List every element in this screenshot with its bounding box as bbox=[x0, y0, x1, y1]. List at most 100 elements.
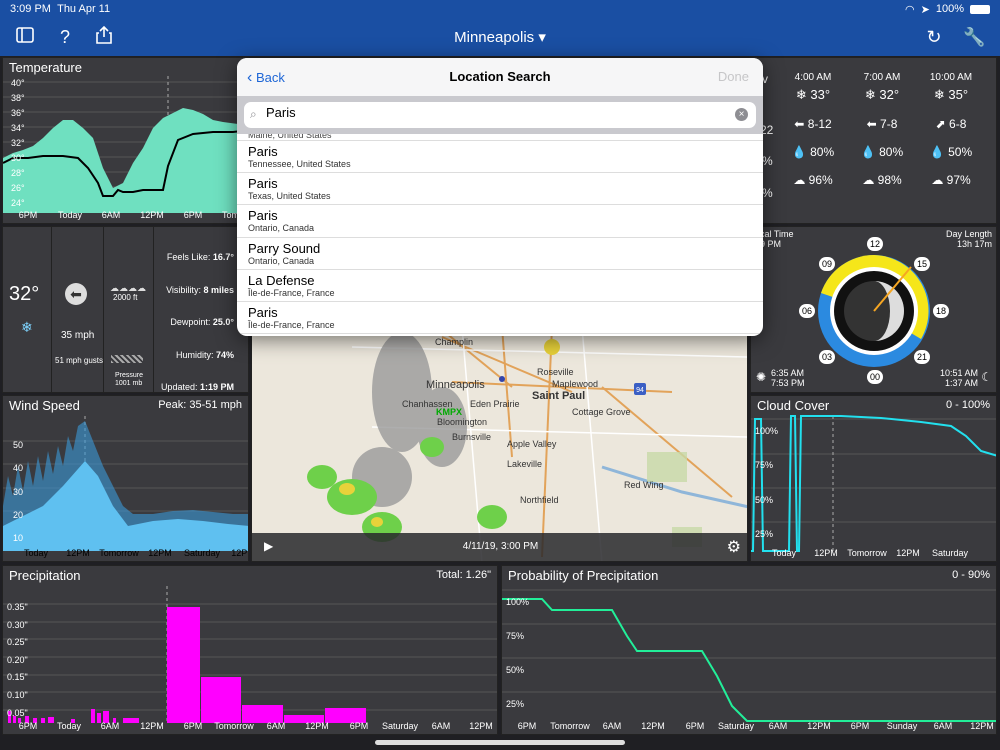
map-settings-gear-icon[interactable]: ⚙ bbox=[727, 537, 741, 557]
pressure-value: 1001 mb bbox=[115, 380, 143, 387]
ytick: 30 bbox=[13, 486, 24, 497]
cloud-line bbox=[751, 415, 996, 552]
map-label: Maplewood bbox=[552, 379, 599, 389]
pop-line bbox=[502, 598, 996, 722]
xtick: 6PM bbox=[850, 721, 870, 731]
moon-icon: ☾ bbox=[981, 370, 992, 384]
hour-cloud: 98% bbox=[877, 173, 902, 187]
clear-search-icon[interactable]: × bbox=[735, 108, 748, 121]
precip-yticks: 0.35" 0.30" 0.25" 0.20" 0.15" 0.10" 0.05… bbox=[7, 599, 28, 722]
ytick: 0.30" bbox=[7, 619, 28, 630]
dial-hour: 15 bbox=[914, 257, 930, 271]
pop-chart bbox=[502, 589, 996, 722]
temperature-panel[interactable]: Temperature 40° 38° 36° 34° 32° 30° 28° … bbox=[2, 57, 249, 224]
detail-value: 8 miles bbox=[203, 284, 234, 295]
home-indicator[interactable] bbox=[375, 740, 625, 745]
partial-cloud: % bbox=[762, 186, 773, 200]
dial-hour: 09 bbox=[819, 257, 835, 271]
xtick: 6AM bbox=[933, 721, 953, 731]
xtick: 12PM bbox=[641, 721, 665, 731]
hour-cloud: 97% bbox=[946, 173, 971, 187]
sun-icon: ✺ bbox=[756, 370, 767, 384]
xtick: 6AM bbox=[768, 721, 788, 731]
precip-xaxis: 6PM Today 6AM 12PM 6PM Tomorrow 6AM 12PM… bbox=[3, 721, 497, 733]
location-title-button[interactable]: Minneapolis ▾ bbox=[0, 28, 1000, 46]
search-box[interactable]: ⌕ × bbox=[244, 102, 756, 128]
result-region: Ontario, Canada bbox=[248, 223, 315, 234]
cloud-xaxis: Today 12PM Tomorrow 12PM Saturday bbox=[751, 548, 996, 560]
result-region: Tennessee, United States bbox=[248, 159, 351, 169]
xtick: 12PM bbox=[305, 721, 329, 731]
ytick: 26° bbox=[11, 183, 25, 193]
modal-header: ‹ Back Location Search Done bbox=[237, 58, 763, 96]
cloud-cover-panel[interactable]: Cloud Cover 0 - 100% 100% 75% 50% 25% To… bbox=[750, 395, 997, 562]
map-timestamp: 4/11/19, 3:00 PM bbox=[462, 541, 539, 552]
detail-label: Feels Like: bbox=[166, 252, 211, 262]
ytick: 34° bbox=[11, 123, 25, 133]
result-row[interactable]: La Defense Île-de-France, France bbox=[237, 270, 763, 302]
sun-moon-panel[interactable]: ocal Time 09 PM Day Length 13h 17m 12 15… bbox=[750, 226, 997, 393]
xtick: Saturday bbox=[931, 548, 969, 558]
ytick: 100% bbox=[506, 597, 530, 607]
result-region: Île-de-France, France bbox=[248, 287, 335, 298]
xtick: 6AM bbox=[266, 721, 286, 731]
cloud-icon: ☁ bbox=[793, 173, 806, 187]
wind-yticks: 50 40 30 20 10 bbox=[13, 434, 23, 550]
settings-wrench-icon[interactable]: 🔧 bbox=[963, 26, 985, 48]
ytick: 50 bbox=[13, 440, 24, 450]
xtick: Tomorrow bbox=[847, 548, 887, 558]
search-results[interactable]: Maine, United States Paris Tennessee, Uni… bbox=[237, 134, 763, 336]
temp-xaxis: 6PM Today 6AM 12PM 6PM Tomo bbox=[3, 210, 248, 222]
result-partial: Maine, United States bbox=[237, 134, 763, 141]
search-icon: ⌕ bbox=[250, 107, 257, 121]
cloud-icon: ☁ bbox=[862, 173, 875, 187]
nav-bar: ? Minneapolis ▾ ↻ 🔧 bbox=[0, 18, 1000, 56]
result-region: Île-de-France, France bbox=[248, 319, 335, 330]
result-row[interactable]: Paris Tennessee, United States bbox=[237, 141, 763, 174]
xtick: Saturday bbox=[183, 548, 221, 558]
snow-rain-icon: ❄ bbox=[933, 87, 945, 102]
result-row[interactable]: Paris Texas, United States bbox=[237, 173, 763, 206]
precipitation-panel[interactable]: Precipitation Total: 1.26" 0.35" 0.30" 0… bbox=[2, 565, 498, 735]
xtick: 6PM bbox=[349, 721, 369, 731]
partial-pop: % bbox=[762, 154, 773, 168]
map-label: Champlin bbox=[435, 337, 474, 347]
dial-hour: 18 bbox=[933, 304, 949, 318]
moonrise: 10:51 AM bbox=[939, 368, 978, 378]
xtick: 6PM bbox=[183, 721, 203, 731]
xtick: 12PM bbox=[814, 548, 838, 558]
result-row[interactable]: Paris Île-de-France, France bbox=[237, 302, 763, 335]
result-name: Paris bbox=[248, 144, 278, 159]
hour-temp: 35° bbox=[948, 87, 969, 102]
search-input[interactable] bbox=[266, 105, 726, 120]
current-conditions-panel[interactable]: 32° ❄ ⬅ 35 mph 51 mph gusts ☁☁☁☁ 2000 ft… bbox=[2, 226, 249, 393]
hour-time: 7:00 AM bbox=[863, 72, 901, 83]
detail-value: 1:19 PM bbox=[199, 382, 234, 392]
xtick: 6AM bbox=[602, 721, 622, 731]
temperature-chart bbox=[3, 76, 248, 213]
xtick: 12PM bbox=[807, 721, 831, 731]
hour-wind: 8-12 bbox=[807, 117, 832, 131]
detail-label: Dewpoint: bbox=[170, 317, 211, 327]
sunset: 7:53 PM bbox=[771, 378, 805, 388]
xtick: 6PM bbox=[18, 210, 38, 220]
ytick: 25% bbox=[755, 528, 774, 539]
wind-speed-panel[interactable]: Wind Speed Peak: 35-51 mph 50 40 30 20 1… bbox=[2, 395, 249, 562]
snow-icon: ❄ bbox=[21, 319, 33, 335]
xtick: 12PM bbox=[970, 721, 994, 731]
ytick: 36° bbox=[11, 108, 25, 118]
done-button[interactable]: Done bbox=[718, 69, 749, 84]
map-label: Apple Valley bbox=[507, 439, 557, 449]
refresh-icon[interactable]: ↻ bbox=[923, 26, 945, 48]
xtick: 12PM bbox=[896, 548, 920, 558]
ytick: 0.10" bbox=[7, 689, 28, 700]
precip-chart bbox=[3, 586, 497, 723]
pop-panel[interactable]: Probability of Precipitation 0 - 90% 100… bbox=[501, 565, 997, 735]
xtick: Today bbox=[56, 721, 82, 731]
map-label: Red Wing bbox=[624, 480, 664, 490]
dial-hour: 12 bbox=[867, 237, 883, 251]
xtick: Sunday bbox=[886, 721, 918, 731]
result-row[interactable]: Paris Ontario, Canada bbox=[237, 205, 763, 238]
result-row[interactable]: Parry Sound Ontario, Canada bbox=[237, 238, 763, 270]
ytick: 75% bbox=[755, 460, 774, 471]
